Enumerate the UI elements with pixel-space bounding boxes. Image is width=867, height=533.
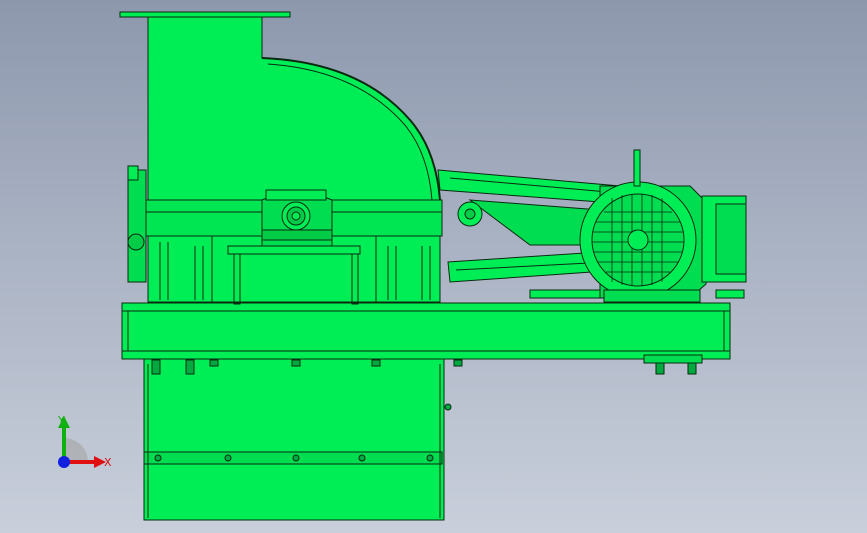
axis-triad: Y X [40,410,120,480]
cad-viewport[interactable]: Y X [0,0,867,533]
rail-pivot[interactable] [457,201,483,227]
mill-casing[interactable] [127,15,443,303]
z-axis-origin [58,456,70,468]
hammer-mill-model[interactable] [0,0,867,533]
x-axis-label: X [104,456,112,469]
discharge-housing[interactable] [143,357,452,521]
y-axis-label: Y [57,414,65,427]
